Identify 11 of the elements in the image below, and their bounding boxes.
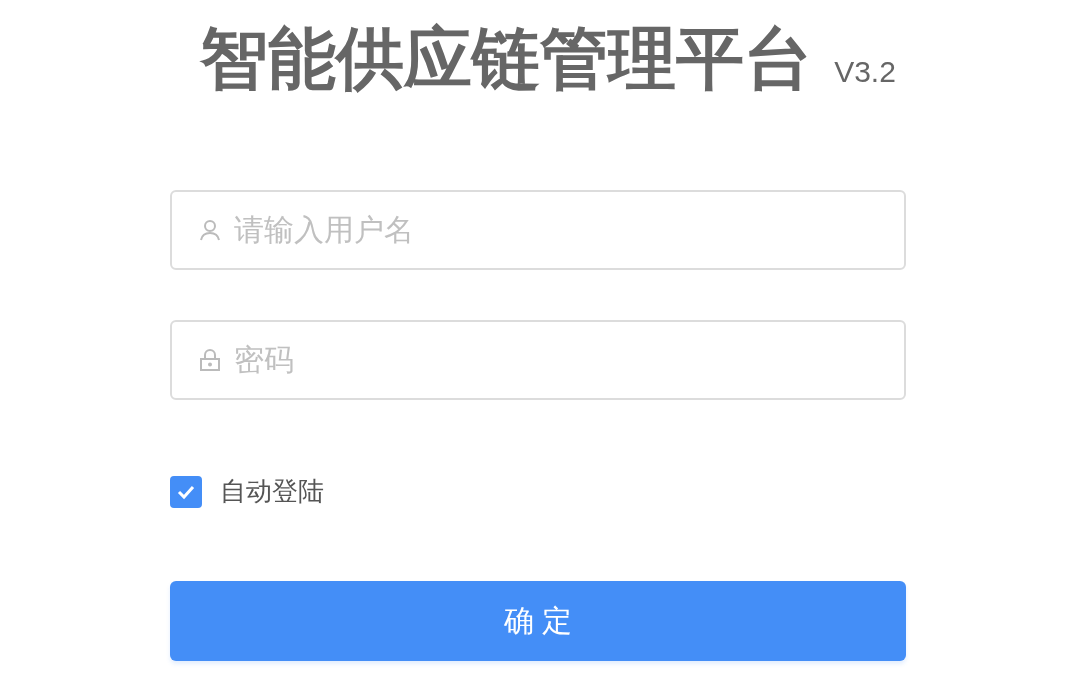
password-input[interactable]: 密码 <box>232 342 904 378</box>
confirm-button[interactable]: 确 定 <box>170 581 906 661</box>
lock-icon <box>198 348 222 372</box>
version-label: V3.2 <box>834 55 896 89</box>
app-title: 智能供应链管理平台 <box>200 19 813 98</box>
username-field[interactable]: 请输入用户名 <box>170 190 906 270</box>
checkbox[interactable] <box>170 475 202 508</box>
user-icon <box>198 218 222 242</box>
username-input[interactable]: 请输入用户名 <box>232 212 904 248</box>
auto-login-label: 自动登陆 <box>220 475 324 508</box>
password-field[interactable]: 密码 <box>170 320 906 400</box>
